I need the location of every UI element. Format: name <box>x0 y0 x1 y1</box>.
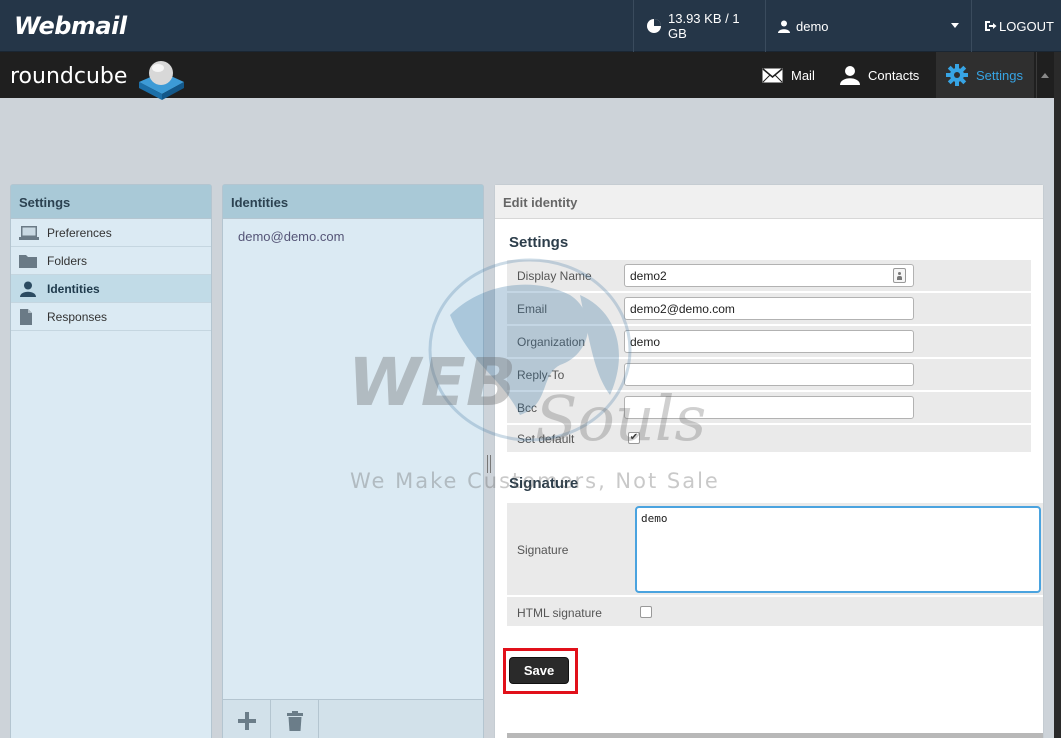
nav-settings-label: Settings <box>976 67 1023 83</box>
settings-item-responses[interactable]: Responses <box>11 303 211 331</box>
window-scrollbar[interactable] <box>1054 52 1061 738</box>
email-row: Email <box>507 293 1031 324</box>
horizontal-scrollbar[interactable] <box>507 733 1043 738</box>
settings-panel: Settings Preferences Folders Identities … <box>10 184 212 738</box>
envelope-icon <box>762 67 783 83</box>
identities-footer <box>223 699 483 738</box>
display-name-field[interactable] <box>624 264 914 287</box>
settings-item-label: Folders <box>47 253 88 268</box>
reply-to-field[interactable] <box>624 363 914 386</box>
roundcube-header: roundcube Mail Contacts Settings <box>0 52 1054 100</box>
signature-row: Signature demo <box>507 503 1043 595</box>
settings-item-label: Responses <box>47 309 108 324</box>
monitor-icon <box>19 225 41 240</box>
edit-identity-panel: Edit identity Settings Display Name Emai… <box>494 184 1044 738</box>
html-signature-row: HTML signature <box>507 597 1043 626</box>
document-icon <box>19 308 41 325</box>
folder-icon <box>19 254 41 268</box>
logout-button[interactable]: LOGOUT <box>971 0 1061 52</box>
identity-list-item[interactable]: demo@demo.com <box>223 219 483 244</box>
nav-contacts-label: Contacts <box>868 67 920 83</box>
add-identity-button[interactable] <box>223 700 271 738</box>
save-button[interactable]: Save <box>509 657 569 684</box>
settings-panel-title: Settings <box>11 185 211 219</box>
html-signature-label: HTML signature <box>517 606 602 620</box>
bcc-row: Bcc <box>507 392 1031 423</box>
person-icon <box>19 281 41 297</box>
roundcube-cube-icon <box>136 56 186 103</box>
email-field[interactable] <box>624 297 914 320</box>
settings-item-label: Preferences <box>47 225 112 240</box>
webmail-topbar: Webmail 13.93 KB / 1 GB demo LOGOUT <box>0 0 1061 52</box>
html-signature-checkbox[interactable] <box>640 606 652 618</box>
gear-icon <box>946 64 968 86</box>
reply-to-row: Reply-To <box>507 359 1031 390</box>
logout-icon <box>984 20 997 32</box>
organization-row: Organization <box>507 326 1031 357</box>
set-default-row: Set default ✔ <box>507 425 1031 452</box>
quota-text: 13.93 KB / 1 GB <box>668 11 740 41</box>
settings-item-folders[interactable]: Folders <box>11 247 211 275</box>
reply-to-label: Reply-To <box>517 368 565 382</box>
settings-section-title: Settings <box>509 234 569 251</box>
nav-collapse-button[interactable] <box>1036 52 1054 98</box>
signature-section-title: Signature <box>509 475 579 492</box>
user-menu[interactable]: demo <box>765 0 971 52</box>
roundcube-logo: roundcube <box>10 64 128 89</box>
person-icon <box>840 65 860 85</box>
chevron-down-icon <box>951 23 959 28</box>
user-icon <box>778 20 790 33</box>
email-label: Email <box>517 302 548 316</box>
nav-mail-label: Mail <box>791 67 815 83</box>
plus-icon <box>237 711 256 733</box>
identities-panel-title: Identities <box>223 185 483 219</box>
display-name-row: Display Name <box>507 260 1031 291</box>
webmail-brand[interactable]: Webmail <box>14 12 127 40</box>
delete-identity-button[interactable] <box>271 700 319 738</box>
organization-field[interactable] <box>624 330 914 353</box>
pie-chart-icon <box>646 18 662 34</box>
nav-contacts[interactable]: Contacts <box>840 52 919 98</box>
panel-splitter[interactable] <box>487 455 491 473</box>
quota-indicator: 13.93 KB / 1 GB <box>633 0 765 52</box>
settings-item-identities[interactable]: Identities <box>11 275 211 303</box>
identities-panel: Identities demo@demo.com <box>222 184 484 738</box>
set-default-label: Set default <box>517 432 575 446</box>
bcc-label: Bcc <box>517 401 538 415</box>
settings-nav: Preferences Folders Identities Responses <box>11 219 211 331</box>
edit-identity-title: Edit identity <box>495 185 1043 219</box>
display-name-label: Display Name <box>517 269 592 283</box>
set-default-checkbox[interactable]: ✔ <box>628 432 640 444</box>
bcc-field[interactable] <box>624 396 914 419</box>
settings-item-label: Identities <box>47 281 100 296</box>
settings-item-preferences[interactable]: Preferences <box>11 219 211 247</box>
user-name: demo <box>796 18 829 34</box>
nav-settings[interactable]: Settings <box>936 52 1034 98</box>
logout-label: LOGOUT <box>999 18 1054 34</box>
nav-mail[interactable]: Mail <box>762 52 815 98</box>
signature-textarea[interactable]: demo <box>635 506 1041 593</box>
signature-label: Signature <box>517 543 569 557</box>
organization-label: Organization <box>517 335 586 349</box>
address-book-icon[interactable] <box>893 268 906 283</box>
trash-icon <box>286 710 303 734</box>
